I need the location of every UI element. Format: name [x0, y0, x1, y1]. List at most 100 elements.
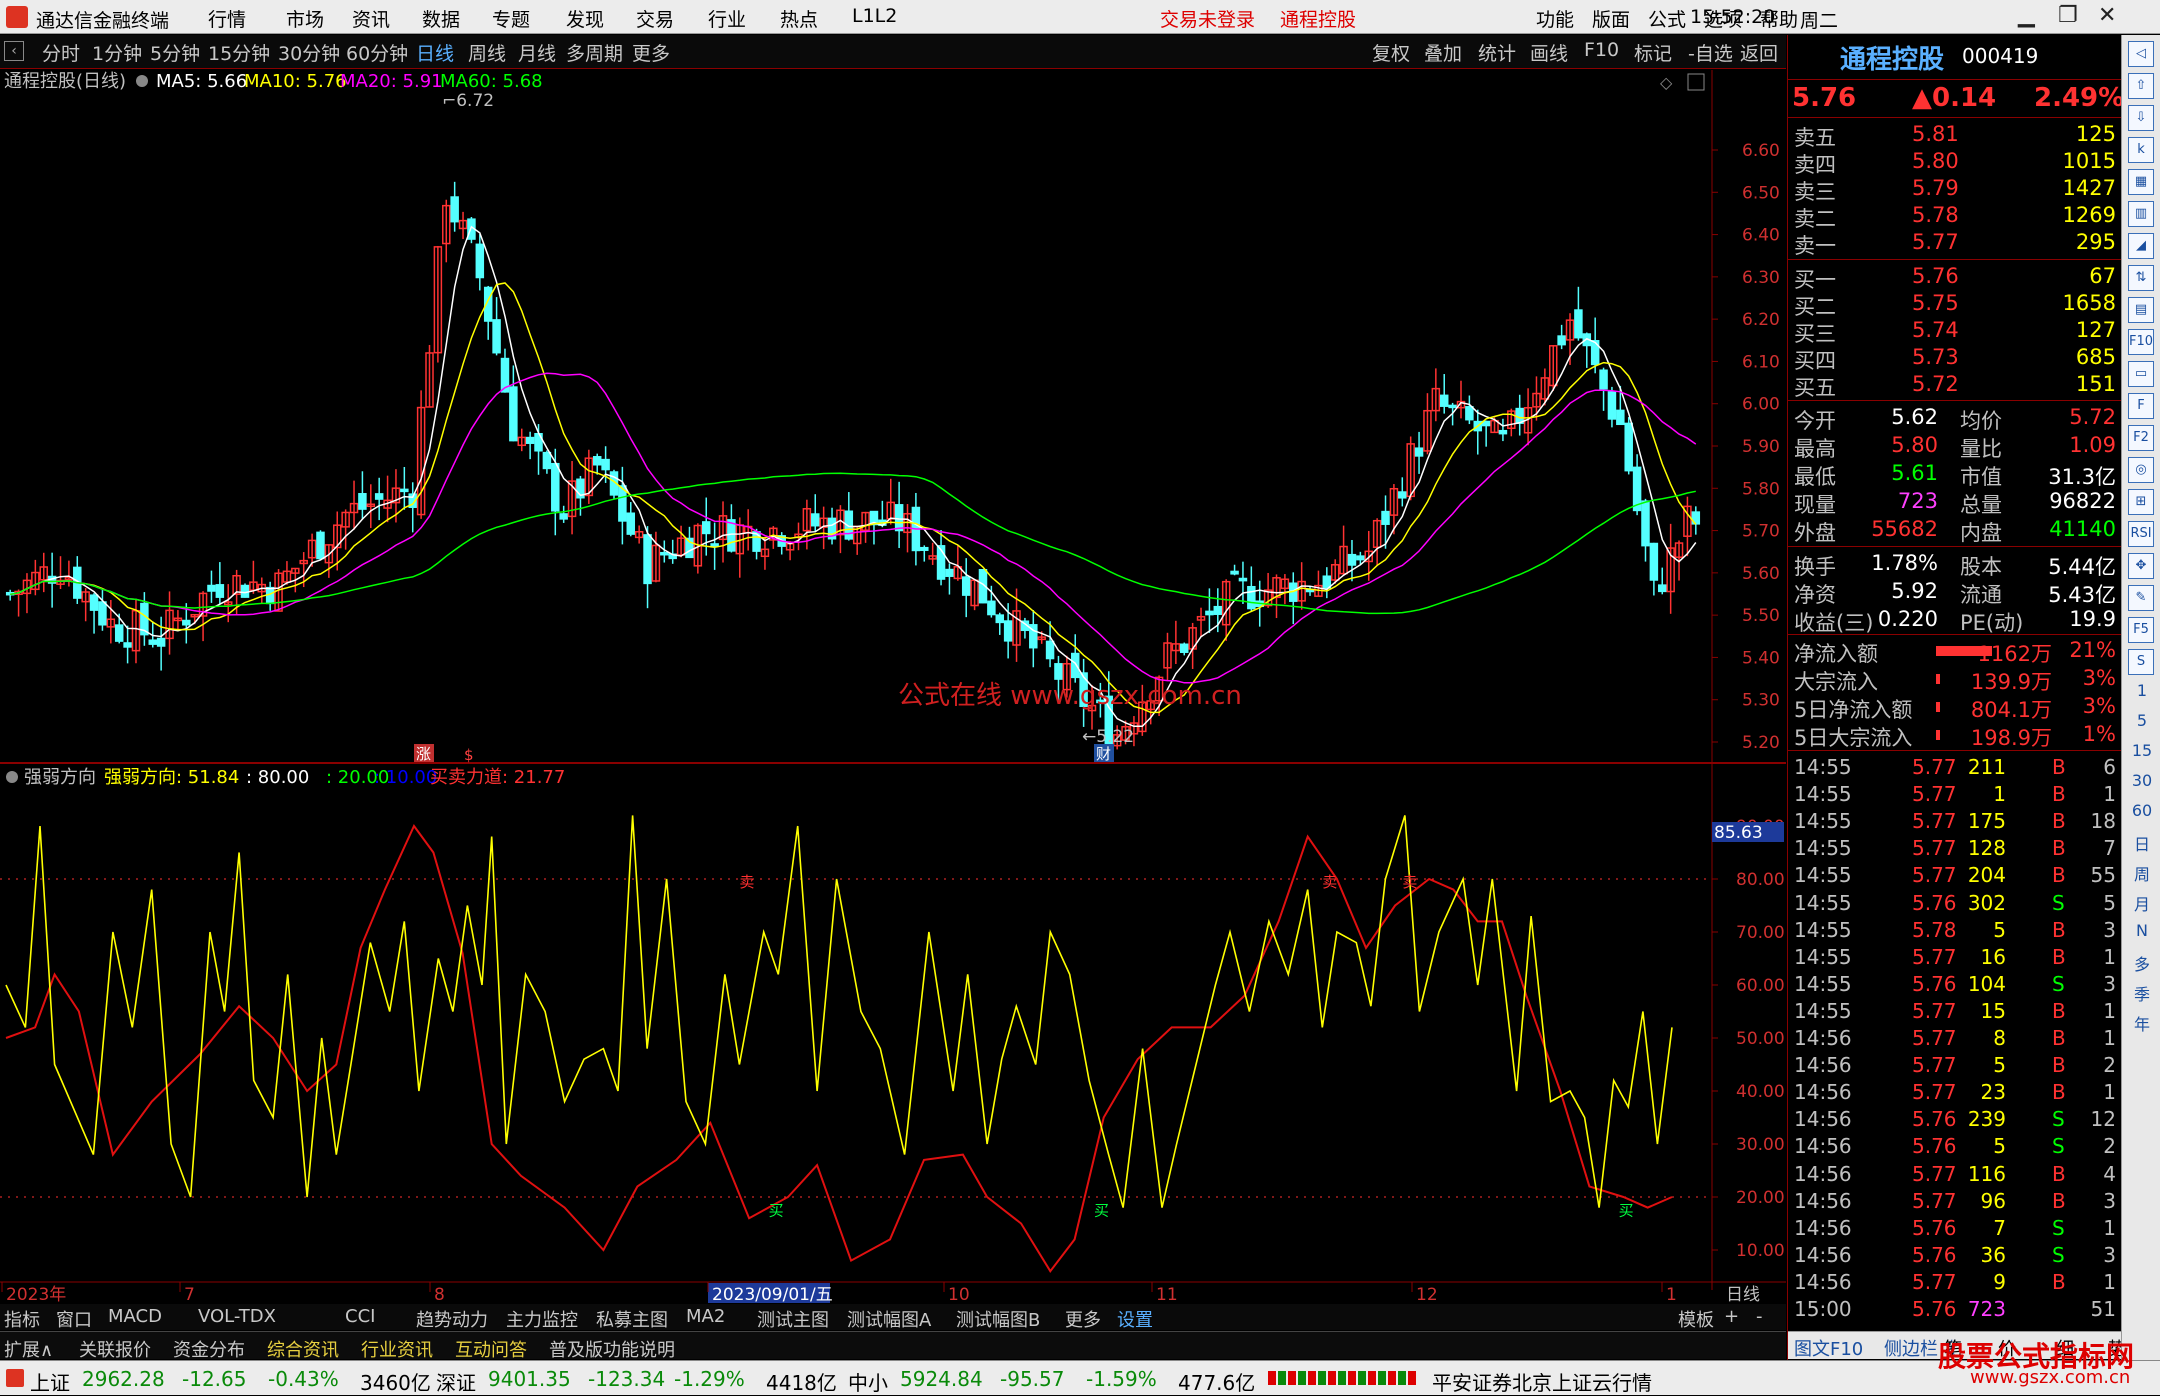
template-btn-2[interactable]: - — [1756, 1306, 1763, 1327]
5-icon[interactable]: S — [2128, 649, 2154, 675]
indicator-tab-3[interactable]: VOL-TDX — [198, 1306, 276, 1327]
period-tab-1[interactable]: 1分钟 — [92, 39, 142, 66]
30-icon[interactable]: 5 — [2130, 711, 2154, 730]
tool31-icon[interactable]: 年 — [2130, 1011, 2154, 1035]
toolbar-action-6[interactable]: -自选 — [1688, 39, 1733, 66]
15-icon[interactable]: 1 — [2130, 681, 2154, 700]
indicator-tab-1[interactable]: 窗口 — [56, 1306, 92, 1332]
ask-row[interactable]: 卖二 5.78 1269 — [1794, 203, 2116, 231]
bid-row[interactable]: 买五 5.72 151 — [1794, 372, 2116, 400]
info-tab-5[interactable]: 互动问答 — [455, 1336, 527, 1362]
up-arrow-icon[interactable]: ◁ — [2128, 41, 2154, 67]
menu-3[interactable]: 数据 — [422, 5, 460, 32]
bid-row[interactable]: 买三 5.74 127 — [1794, 318, 2116, 346]
arrows-icon[interactable]: ◢ — [2128, 233, 2154, 259]
zx-index-label[interactable]: 中小 — [848, 1367, 888, 1396]
period-tab-3[interactable]: 15分钟 — [208, 39, 270, 66]
toolbar-action-5[interactable]: 标记 — [1634, 39, 1672, 66]
toolbar-action-7[interactable]: 返回 — [1740, 39, 1778, 66]
sz-index-label[interactable]: 深证 — [436, 1367, 476, 1396]
ask-row[interactable]: 卖一 5.77 295 — [1794, 230, 2116, 258]
right-menu-1[interactable]: 版面 — [1592, 5, 1630, 32]
多-icon[interactable]: 周 — [2130, 861, 2154, 885]
RSI-icon[interactable]: ◎ — [2128, 457, 2154, 483]
period-tab-8[interactable]: 月线 — [518, 39, 556, 66]
minimize-icon[interactable]: ▁ — [2018, 3, 2035, 28]
F5-icon[interactable]: ✥ — [2128, 553, 2154, 579]
info-tab-6[interactable]: 普及版功能说明 — [549, 1336, 675, 1362]
1-icon[interactable]: F5 — [2128, 617, 2154, 643]
right-menu-2[interactable]: 公式 — [1648, 5, 1686, 32]
diamond-icon[interactable]: ◇ — [1660, 73, 1673, 92]
indicator-tab-8[interactable]: MA2 — [686, 1306, 725, 1327]
menu-2[interactable]: 资讯 — [352, 5, 390, 32]
line-icon[interactable]: ▥ — [2128, 201, 2154, 227]
right-menu-0[interactable]: 功能 — [1536, 5, 1574, 32]
日-icon[interactable]: 30 — [2130, 771, 2154, 790]
panel-link-0[interactable]: 图文F10 — [1794, 1335, 1863, 1361]
F-icon[interactable]: ▭ — [2128, 361, 2154, 387]
indicator-tab-9[interactable]: 测试主图 — [757, 1306, 829, 1332]
indicator-tab-13[interactable]: 设置 — [1117, 1306, 1153, 1332]
period-tab-5[interactable]: 60分钟 — [346, 39, 408, 66]
S-icon[interactable]: ✎ — [2128, 585, 2154, 611]
indicator-tab-12[interactable]: 更多 — [1065, 1306, 1101, 1332]
sh-index-label[interactable]: 上证 — [30, 1367, 70, 1396]
chart-area[interactable]: 通程控股(日线) MA5: 5.66MA10: 5.76MA20: 5.91MA6… — [0, 70, 1786, 1304]
right-menu-3[interactable]: 选项 — [1704, 5, 1742, 32]
period-tab-4[interactable]: 30分钟 — [278, 39, 340, 66]
季-icon[interactable]: 月 — [2130, 891, 2154, 915]
server-name[interactable]: 平安证券北京上证云行情 — [1432, 1367, 1652, 1396]
login-status[interactable]: 交易未登录 — [1160, 5, 1255, 32]
年-icon[interactable]: N — [2130, 921, 2154, 940]
list-icon[interactable]: F10 — [2128, 329, 2154, 355]
toolbar-action-1[interactable]: 叠加 — [1424, 39, 1462, 66]
expand-icon[interactable] — [1687, 73, 1705, 91]
indicator-toggle-icon[interactable] — [6, 771, 18, 783]
toolbar-action-3[interactable]: 画线 — [1530, 39, 1568, 66]
period-tab-7[interactable]: 周线 — [468, 39, 506, 66]
ask-row[interactable]: 卖四 5.80 1015 — [1794, 149, 2116, 177]
template-btn-0[interactable]: 模板 — [1678, 1306, 1714, 1332]
toggle-icon[interactable] — [136, 75, 148, 87]
move-icon[interactable]: ⊞ — [2128, 489, 2154, 515]
ask-row[interactable]: 卖三 5.79 1427 — [1794, 176, 2116, 204]
close-icon[interactable]: ✕ — [2098, 3, 2116, 28]
period-tab-10[interactable]: 更多 — [632, 39, 670, 66]
period-tab-9[interactable]: 多周期 — [566, 39, 623, 66]
月-icon[interactable]: 日 — [2130, 831, 2154, 855]
grid-icon[interactable]: ⇅ — [2128, 265, 2154, 291]
menu-7[interactable]: 行业 — [708, 5, 746, 32]
bars-icon[interactable]: k — [2128, 137, 2154, 163]
indicator-tab-10[interactable]: 测试幅图A — [847, 1306, 931, 1332]
menu-1[interactable]: 市场 — [286, 5, 324, 32]
ask-row[interactable]: 卖五 5.81 125 — [1794, 122, 2116, 150]
F10-icon[interactable]: ▤ — [2128, 297, 2154, 323]
indicator-tab-6[interactable]: 主力监控 — [506, 1306, 578, 1332]
circle-icon[interactable]: F2 — [2128, 425, 2154, 451]
bid-row[interactable]: 买四 5.73 685 — [1794, 345, 2116, 373]
menu-6[interactable]: 交易 — [636, 5, 674, 32]
bid-row[interactable]: 买二 5.75 1658 — [1794, 291, 2116, 319]
tool30-icon[interactable]: 季 — [2130, 981, 2154, 1005]
60-icon[interactable]: 15 — [2130, 741, 2154, 760]
toolbar-action-2[interactable]: 统计 — [1478, 39, 1516, 66]
indicator-tab-0[interactable]: 指标 — [4, 1306, 40, 1332]
menu-9[interactable]: L1L2 — [852, 5, 897, 27]
toolbar-action-4[interactable]: F10 — [1584, 39, 1619, 61]
k-icon[interactable]: ⇩ — [2128, 105, 2154, 131]
info-tab-1[interactable]: 关联报价 — [79, 1336, 151, 1362]
indicator-tab-11[interactable]: 测试幅图B — [956, 1306, 1040, 1332]
menu-4[interactable]: 专题 — [492, 5, 530, 32]
toolbar-action-0[interactable]: 复权 — [1372, 39, 1410, 66]
template-btn-1[interactable]: + — [1724, 1306, 1739, 1327]
period-tab-2[interactable]: 5分钟 — [150, 39, 200, 66]
menu-5[interactable]: 发现 — [566, 5, 604, 32]
period-tab-0[interactable]: 分时 — [42, 39, 80, 66]
周-icon[interactable]: 60 — [2130, 801, 2154, 820]
pen-icon[interactable]: RSI — [2128, 521, 2154, 547]
down-arrow-icon[interactable]: ⇧ — [2128, 73, 2154, 99]
tool29-icon[interactable]: 多 — [2130, 951, 2154, 975]
right-menu-4[interactable]: 帮助 — [1760, 5, 1798, 32]
indicator-tab-2[interactable]: MACD — [108, 1306, 162, 1327]
